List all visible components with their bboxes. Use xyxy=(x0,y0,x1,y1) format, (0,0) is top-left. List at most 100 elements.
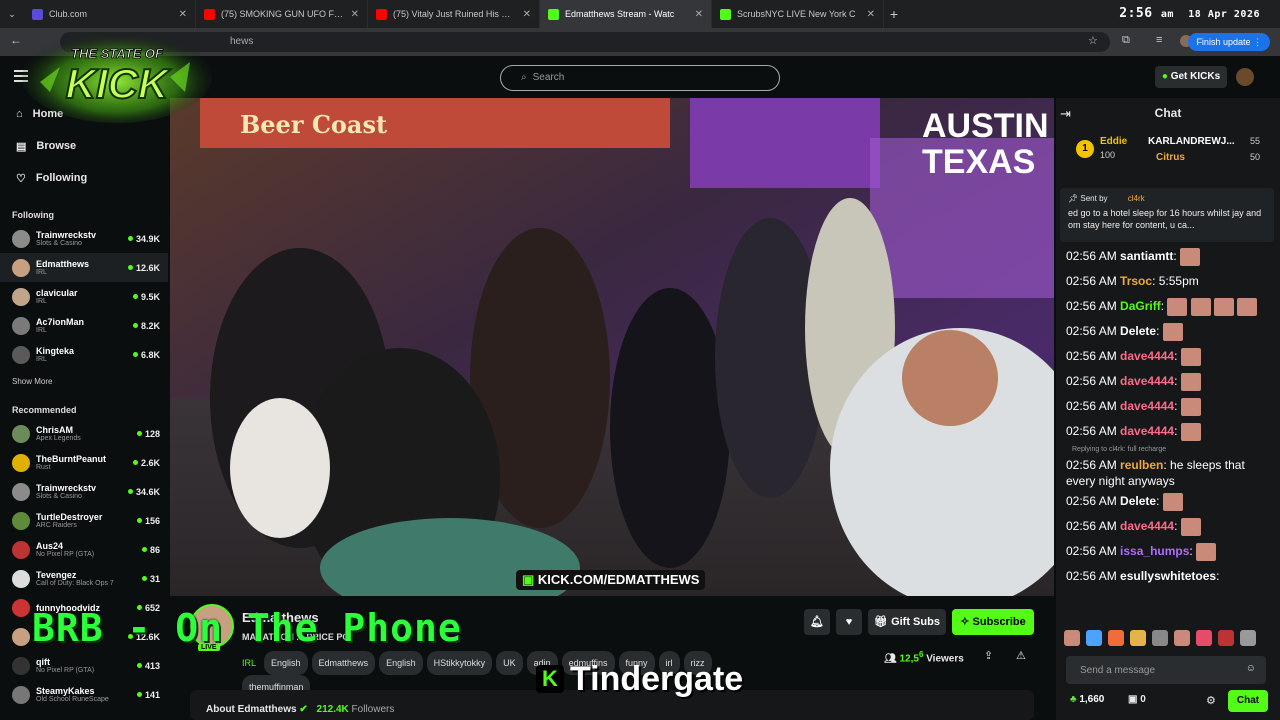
quick-emote-icon[interactable] xyxy=(1130,630,1146,646)
browser-tab[interactable]: (75) SMOKING GUN UFO FOOT ✕ xyxy=(196,0,368,28)
message-user[interactable]: dave4444 xyxy=(1120,424,1174,438)
channel-points[interactable]: ♣ 1,660 xyxy=(1070,694,1104,705)
stream-tag[interactable]: Edmatthews xyxy=(311,651,376,675)
message-user[interactable]: dave4444 xyxy=(1120,519,1174,533)
chat-message[interactable]: 02:56 AM Delete: xyxy=(1056,489,1280,514)
chat-message[interactable]: 02:56 AM esullyswhitetoes: xyxy=(1056,564,1280,589)
video-player[interactable]: Beer Coast AUSTIN TEXAS ▣ KICK.COM/EDMATT… xyxy=(170,98,1054,596)
share-icon[interactable]: ⇪ xyxy=(984,649,993,662)
nav-browse[interactable]: ▤ Browse xyxy=(0,130,168,162)
gift-subs-button[interactable]: 🎁︎ Gift Subs xyxy=(868,609,946,635)
channel-category: No Pixel RP (GTA) xyxy=(36,667,95,674)
sidebar-channel[interactable]: clavicular IRL 9.5K xyxy=(0,282,168,311)
tab-close-icon[interactable]: ✕ xyxy=(179,9,187,20)
url-field[interactable]: hews xyxy=(60,32,1110,52)
chat-message[interactable]: 02:56 AM dave4444: xyxy=(1056,514,1280,539)
message-user[interactable]: esullyswhitetoes xyxy=(1120,569,1216,583)
quick-emote-icon[interactable] xyxy=(1108,630,1124,646)
live-dot-icon xyxy=(132,323,138,328)
stream-tag[interactable]: English xyxy=(379,651,423,675)
channel-viewers: 2.6K xyxy=(140,457,160,468)
search-input[interactable]: ⌕ Search xyxy=(500,65,780,91)
message-user[interactable]: Trsoc xyxy=(1120,274,1152,288)
get-kicks-button[interactable]: ● Get KICKs xyxy=(1155,66,1227,88)
chat-message[interactable]: 02:56 AM santiamtt: xyxy=(1056,244,1280,269)
channel-avatar xyxy=(12,345,30,364)
sidebar-channel[interactable]: TurtleDestroyer ARC Raiders 156 xyxy=(0,506,168,535)
tab-close-icon[interactable]: ✕ xyxy=(351,9,359,20)
tab-close-icon[interactable]: ✕ xyxy=(695,9,703,20)
channel-avatar xyxy=(12,482,30,501)
sidebar-channel[interactable]: Trainwreckstv Slots & Casino 34.9K xyxy=(0,224,168,253)
channel-avatar xyxy=(12,287,30,306)
sidebar-channel[interactable]: Edmatthews IRL 12.6K xyxy=(0,253,168,282)
sidebar-channel[interactable]: SteamyKakes Old School RuneScape 141 xyxy=(0,680,168,709)
chat-message[interactable]: 02:56 AM reulben: he sleeps that every n… xyxy=(1056,453,1280,489)
message-user[interactable]: reulben xyxy=(1120,458,1163,472)
nav-following[interactable]: ♡ Following xyxy=(0,162,168,194)
finish-update-button[interactable]: Finish update ⋮ xyxy=(1188,33,1270,51)
sidebar-channel[interactable]: Kingteka IRL 6.8K xyxy=(0,340,168,369)
chat-message[interactable]: 02:56 AM issa_humps: xyxy=(1056,539,1280,564)
chat-message[interactable]: 02:56 AM dave4444: xyxy=(1056,369,1280,394)
quick-emote-icon[interactable] xyxy=(1218,630,1234,646)
chat-message[interactable]: 02:56 AM dave4444: xyxy=(1056,419,1280,444)
follow-heart-button[interactable]: ♥ xyxy=(836,609,862,635)
browser-tab[interactable]: ScrubsNYC LIVE New York C ✕ xyxy=(712,0,884,28)
message-user[interactable]: dave4444 xyxy=(1120,399,1174,413)
chat-message[interactable]: 02:56 AM Trsoc: 5:55pm xyxy=(1056,269,1280,294)
chat-message[interactable]: 02:56 AM Delete: xyxy=(1056,319,1280,344)
sidebar-channel[interactable]: Tevengez Call of Duty: Black Ops 7 31 xyxy=(0,564,168,593)
stream-tag[interactable]: HStikkytokky xyxy=(426,651,493,675)
chat-message[interactable]: 02:56 AM dave4444: xyxy=(1056,344,1280,369)
message-user[interactable]: issa_humps xyxy=(1120,544,1189,558)
browser-tab[interactable]: (75) Vitaly Just Ruined His Care ✕ xyxy=(368,0,540,28)
browser-tab[interactable]: Edmatthews Stream - Watc ✕ xyxy=(540,0,712,28)
reading-list-icon[interactable]: ≡ xyxy=(1156,34,1162,46)
notification-bell-button[interactable]: 🔔︎ xyxy=(804,609,830,635)
emote-icon xyxy=(1167,298,1188,316)
tab-favicon-icon xyxy=(32,8,43,20)
bookmark-star-icon[interactable]: ☆ xyxy=(1088,34,1098,47)
message-user[interactable]: dave4444 xyxy=(1120,374,1174,388)
quick-emote-icon[interactable] xyxy=(1152,630,1168,646)
message-user[interactable]: DaGriff xyxy=(1120,299,1161,313)
quick-emote-icon[interactable] xyxy=(1174,630,1190,646)
new-tab-button[interactable]: + xyxy=(884,6,904,22)
message-user[interactable]: Delete xyxy=(1120,494,1156,508)
emoji-icon[interactable]: ☺ xyxy=(1246,663,1256,674)
stream-tag[interactable]: English xyxy=(264,651,308,675)
settings-gear-icon[interactable]: ⚙ xyxy=(1206,694,1216,707)
message-user[interactable]: Delete xyxy=(1120,324,1156,338)
quick-emote-icon[interactable] xyxy=(1064,630,1080,646)
gifts-count[interactable]: ▣ 0 xyxy=(1128,694,1146,705)
show-more-link[interactable]: Show More xyxy=(0,369,168,395)
stream-category[interactable]: IRL xyxy=(242,658,256,668)
quick-emote-icon[interactable] xyxy=(1196,630,1212,646)
report-icon[interactable]: ⚠ xyxy=(1016,649,1026,662)
message-user[interactable]: santiamtt xyxy=(1120,249,1173,263)
quick-emote-icon[interactable] xyxy=(1240,630,1256,646)
url-text: hews xyxy=(230,36,254,47)
quick-emote-icon[interactable] xyxy=(1086,630,1102,646)
sidebar-channel[interactable]: Trainwreckstv Slots & Casino 34.6K xyxy=(0,477,168,506)
tab-close-icon[interactable]: ✕ xyxy=(523,9,531,20)
emote-icon xyxy=(1190,298,1211,316)
subscribe-button[interactable]: ✧ Subscribe xyxy=(952,609,1034,635)
sidebar-channel[interactable]: ChrisAM Apex Legends 128 xyxy=(0,419,168,448)
stream-tag[interactable]: UK xyxy=(496,651,523,675)
sidebar-channel[interactable]: TheBurntPeanut Rust 2.6K xyxy=(0,448,168,477)
message-user[interactable]: dave4444 xyxy=(1120,349,1174,363)
pinned-message[interactable]: 📌︎ Sent by cl4rk ed go to a hotel sleep … xyxy=(1060,188,1274,242)
user-avatar[interactable] xyxy=(1236,68,1254,86)
chat-message[interactable]: 02:56 AM DaGriff: xyxy=(1056,294,1280,319)
chat-input[interactable]: Send a message ☺ xyxy=(1066,656,1266,684)
sidebar-channel[interactable]: Ac7ionMan IRL 8.2K xyxy=(0,311,168,340)
sidebar-channel[interactable]: qift No Pixel RP (GTA) 413 xyxy=(0,651,168,680)
reply-hint: Replying to cl4rk: full recharge xyxy=(1072,446,1167,453)
chat-send-button[interactable]: Chat xyxy=(1228,690,1268,712)
extensions-icon[interactable]: ⧉ xyxy=(1122,34,1130,47)
chat-message[interactable]: 02:56 AM dave4444: xyxy=(1056,394,1280,419)
sidebar-channel[interactable]: Aus24 No Pixel RP (GTA) 86 xyxy=(0,535,168,564)
tab-close-icon[interactable]: ✕ xyxy=(867,9,875,20)
